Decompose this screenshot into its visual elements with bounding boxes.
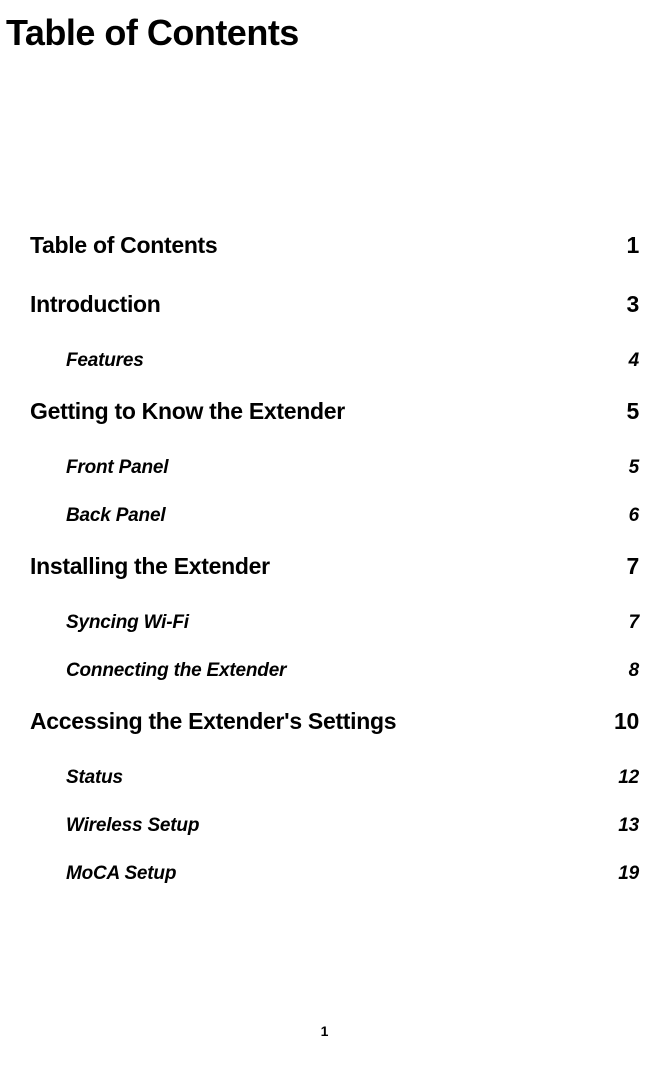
toc-entry: Installing the Extender7 [30, 553, 639, 580]
toc-entry: Table of Contents1 [30, 232, 639, 259]
toc-entry-page: 5 [599, 398, 639, 425]
toc-entry-label: Back Panel [66, 505, 599, 527]
toc-entry-page: 7 [599, 612, 639, 634]
toc-entry-label: Getting to Know the Extender [30, 398, 599, 425]
toc-list: Table of Contents1 Introduction3 Features4… [30, 232, 639, 911]
toc-entry-label: Wireless Setup [66, 815, 599, 837]
toc-entry-label: Status [66, 767, 599, 789]
toc-entry: Back Panel6 [30, 505, 639, 527]
toc-entry-page: 13 [599, 815, 639, 837]
toc-entry-page: 7 [599, 553, 639, 580]
toc-entry-label: Syncing Wi-Fi [66, 612, 599, 634]
toc-entry-label: Connecting the Extender [66, 660, 599, 682]
toc-entry: Front Panel5 [30, 457, 639, 479]
toc-entry-page: 5 [599, 457, 639, 479]
toc-entry-label: Installing the Extender [30, 553, 599, 580]
toc-entry-label: Introduction [30, 291, 599, 318]
toc-entry-label: MoCA Setup [66, 863, 599, 885]
toc-entry: Wireless Setup13 [30, 815, 639, 837]
toc-entry-page: 6 [599, 505, 639, 527]
toc-entry: Introduction3 [30, 291, 639, 318]
toc-entry-page: 3 [599, 291, 639, 318]
toc-entry: Status12 [30, 767, 639, 789]
toc-entry-page: 8 [599, 660, 639, 682]
toc-entry-label: Features [66, 350, 599, 372]
toc-entry: MoCA Setup19 [30, 863, 639, 885]
page-number: 1 [0, 1023, 649, 1039]
toc-entry-label: Table of Contents [30, 232, 599, 259]
toc-entry: Features4 [30, 350, 639, 372]
toc-entry: Getting to Know the Extender5 [30, 398, 639, 425]
toc-entry-page: 1 [599, 232, 639, 259]
toc-entry-page: 10 [599, 708, 639, 735]
toc-entry: Connecting the Extender8 [30, 660, 639, 682]
toc-entry-label: Accessing the Extender's Settings [30, 708, 599, 735]
toc-entry-page: 12 [599, 767, 639, 789]
toc-entry-label: Front Panel [66, 457, 599, 479]
toc-entry: Accessing the Extender's Settings10 [30, 708, 639, 735]
page-title: Table of Contents [0, 0, 649, 54]
toc-entry: Syncing Wi-Fi7 [30, 612, 639, 634]
toc-entry-page: 19 [599, 863, 639, 885]
toc-entry-page: 4 [599, 350, 639, 372]
